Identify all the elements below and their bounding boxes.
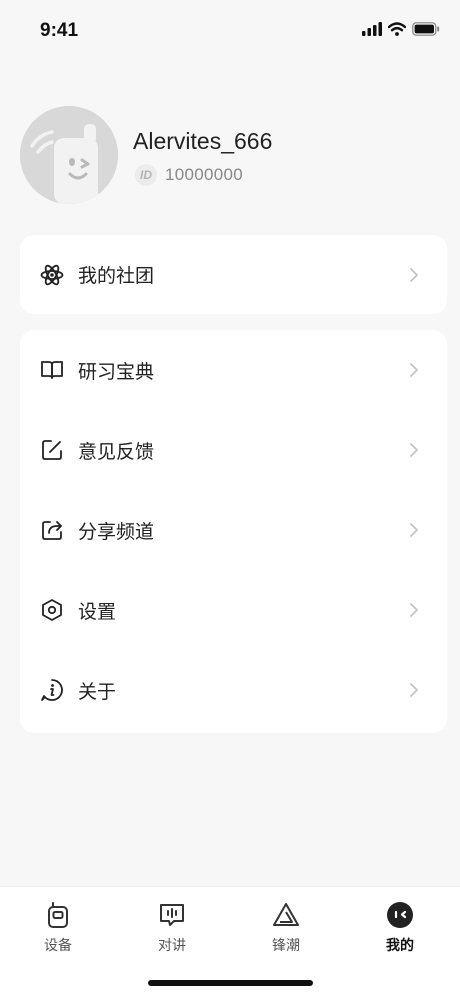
battery-icon — [412, 22, 440, 36]
menu-item-label: 意见反馈 — [78, 441, 155, 463]
menu-item-label: 研习宝典 — [78, 361, 155, 383]
menu-item-share-channel[interactable]: 分享频道 — [20, 490, 447, 570]
info-icon — [40, 678, 64, 702]
chevron-right-icon — [410, 523, 418, 537]
menu-item-label: 关于 — [78, 681, 117, 703]
menu-item-study-guide[interactable]: 研习宝典 — [20, 330, 447, 410]
tab-label: 对讲 — [158, 937, 186, 953]
walkie-talkie-icon — [44, 901, 72, 929]
hexagon-settings-icon — [40, 598, 64, 622]
status-time: 9:41 — [40, 20, 79, 41]
chevron-right-icon — [410, 683, 418, 697]
status-bar: 9:41 — [0, 0, 460, 60]
robot-mascot-icon — [20, 106, 118, 204]
menu-item-settings[interactable]: 设置 — [20, 570, 447, 650]
user-id-value: 10000000 — [165, 165, 244, 184]
menu-item-label: 设置 — [78, 601, 117, 623]
tab-intercom[interactable]: 对讲 — [142, 901, 202, 961]
chevron-right-icon — [410, 363, 418, 377]
chevron-right-icon — [410, 443, 418, 457]
chevron-right-icon — [410, 603, 418, 617]
avatar[interactable] — [20, 106, 118, 204]
menu-item-label: 分享频道 — [78, 521, 155, 543]
username: Alervites_666 — [133, 128, 273, 154]
menu-item-about[interactable]: 关于 — [20, 650, 447, 730]
face-icon — [386, 901, 414, 929]
home-indicator — [148, 980, 313, 986]
tab-label: 我的 — [386, 937, 414, 953]
book-icon — [40, 358, 64, 382]
menu-card: 研习宝典 意见反馈 分享频道 设置 关于 — [20, 330, 447, 733]
triangle-logo-icon — [272, 901, 300, 929]
club-card: 我的社团 — [20, 235, 447, 314]
signal-icon — [362, 22, 382, 36]
wifi-icon — [388, 22, 406, 36]
tab-label: 锋潮 — [272, 937, 300, 953]
tab-label: 设备 — [44, 937, 72, 953]
edit-square-icon — [40, 438, 64, 462]
tab-fengchao[interactable]: 锋潮 — [256, 901, 316, 961]
user-id-row: ID 10000000 — [135, 164, 243, 186]
menu-item-label: 我的社团 — [78, 266, 155, 287]
bottom-tab-bar: 设备 对讲 锋潮 我的 — [0, 886, 460, 999]
tab-device[interactable]: 设备 — [28, 901, 88, 961]
menu-item-my-club[interactable]: 我的社团 — [20, 235, 447, 314]
chat-icon — [158, 901, 186, 929]
chevron-right-icon — [410, 267, 418, 282]
share-icon — [40, 518, 64, 542]
profile-header[interactable]: Alervites_666 ID 10000000 — [20, 106, 440, 206]
tab-mine[interactable]: 我的 — [370, 901, 430, 961]
id-badge: ID — [135, 164, 157, 186]
status-icons — [362, 20, 440, 38]
atom-icon — [40, 263, 64, 287]
menu-item-feedback[interactable]: 意见反馈 — [20, 410, 447, 490]
